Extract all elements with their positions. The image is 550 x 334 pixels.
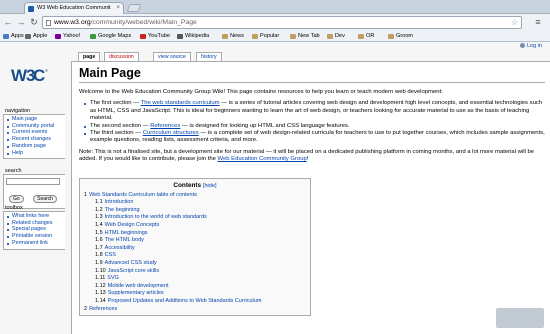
bookmark-news[interactable]: News	[222, 31, 244, 42]
toc-item[interactable]: 1.13 Supplementary articles	[84, 290, 306, 298]
bookmark-star-icon[interactable]: ☆	[511, 17, 518, 28]
tab-title: W3 Web Education Communit	[37, 5, 111, 11]
search-button[interactable]: Search	[33, 195, 57, 203]
reload-icon[interactable]: ↻	[29, 17, 39, 27]
login-link[interactable]: Log in	[527, 43, 542, 49]
toolbox-item-printable-version[interactable]: Printable version	[7, 233, 62, 240]
toolbox-portlet: toolbox What links here Related changes Sp…	[3, 205, 65, 250]
toc-item[interactable]: 2 References	[84, 306, 306, 314]
sidebar-item-community-portal[interactable]: Community portal	[7, 123, 62, 130]
url-path: /community/webed/wiki/Main_Page	[90, 19, 197, 26]
bookmark-apps[interactable]: Apps	[3, 31, 24, 42]
bookmark-icon	[140, 34, 146, 39]
toc-item[interactable]: 1.8 CSS	[84, 252, 306, 260]
back-arrow-icon[interactable]: ←	[3, 17, 13, 27]
toolbox-item-permanent-link[interactable]: Permanent link	[7, 240, 62, 247]
toc-item[interactable]: 1.1 Introduction	[84, 199, 306, 207]
toc-item[interactable]: 1.12 Mobile web development	[84, 283, 306, 291]
toc-hide-toggle[interactable]: [hide]	[203, 183, 217, 189]
section-link[interactable]: The web standards curriculum	[141, 100, 220, 106]
bookmark-google-maps[interactable]: Google Maps	[90, 31, 131, 42]
new-tab-button[interactable]	[126, 4, 142, 12]
go-button[interactable]: Go	[9, 195, 24, 203]
toc-title: Contents [hide]	[173, 181, 217, 189]
section-link[interactable]: References	[150, 123, 180, 129]
bookmark-or[interactable]: OR	[358, 31, 374, 42]
note-text: Note: This is not a finalised site, but …	[79, 148, 535, 163]
navigation-portlet: navigation Main page Community portal Curr…	[3, 108, 65, 160]
toc-item[interactable]: 1.6 The HTML body	[84, 237, 306, 245]
user-icon	[520, 43, 525, 48]
watermark-logo	[496, 308, 544, 328]
bookmark-icon	[388, 34, 394, 39]
bookmark-popular[interactable]: Popular	[252, 31, 279, 42]
sidebar-item-recent-changes[interactable]: Recent changes	[7, 136, 62, 143]
bookmark-yahoo[interactable]: Yahoo!	[55, 31, 80, 42]
tab-view-source[interactable]: view source	[153, 52, 191, 61]
wiki-page: Log in W3 C ® page discussion view source his…	[0, 42, 550, 334]
page-icon	[46, 20, 51, 26]
toc-item[interactable]: 1.10 JavaScript core skills	[84, 268, 306, 276]
address-bar[interactable]: www.w3.org/community/webed/wiki/Main_Pag…	[42, 16, 522, 29]
toc-item[interactable]: 1.11 SVG	[84, 275, 306, 283]
sidebar-item-help[interactable]: Help	[7, 150, 62, 157]
url-host: www.w3.org	[54, 19, 91, 26]
bookmark-icon	[177, 34, 183, 39]
toc-item[interactable]: 1.7 Accessibility	[84, 245, 306, 253]
search-input[interactable]	[6, 178, 60, 185]
sidebar-item-random-page[interactable]: Random page	[7, 143, 62, 150]
section-link[interactable]: Curriculum structures	[143, 130, 199, 136]
bookmark-icon	[290, 34, 296, 39]
community-group-link[interactable]: Web Education Community Group	[218, 156, 307, 162]
sidebar-item-main-page[interactable]: Main page	[7, 116, 62, 123]
bookmark-icon	[55, 34, 61, 39]
toc-item[interactable]: 1.14 Proposed Updates and Additions to We…	[84, 298, 306, 306]
bookmarks-bar: Apps Apple Yahoo! Google Maps YouTube Wikiped…	[0, 31, 550, 42]
toolbox-item-special-pages[interactable]: Special pages	[7, 226, 62, 233]
browser-tab[interactable]: W3 Web Education Communit ×	[24, 2, 124, 14]
toc-item[interactable]: 1.3 Introduction to the world of web stan…	[84, 214, 306, 222]
w3c-favicon-icon	[28, 6, 34, 12]
tab-history[interactable]: history	[196, 52, 222, 61]
section-item: The first section — The web standards cu…	[84, 100, 545, 122]
forward-arrow-icon[interactable]: →	[16, 17, 26, 27]
bookmark-apple[interactable]: Apple	[25, 31, 47, 42]
section-list: The first section — The web standards cu…	[84, 100, 545, 144]
bookmark-icon	[3, 34, 9, 39]
table-of-contents: Contents [hide] 1 Web Standards Curriculu…	[79, 177, 311, 317]
bookmark-icon	[358, 34, 364, 39]
bookmark-dev[interactable]: Dev	[327, 31, 345, 42]
toolbox-item-what-links-here[interactable]: What links here	[7, 213, 62, 220]
content-area: Main Page Welcome to the Web Education C…	[71, 61, 550, 334]
bookmark-icon	[222, 34, 228, 39]
bookmark-youtube[interactable]: YouTube	[140, 31, 170, 42]
bookmark-icon	[327, 34, 333, 39]
tab-discussion[interactable]: discussion	[104, 52, 139, 61]
toc-item[interactable]: 1 Web Standards Curriculum table of conte…	[84, 192, 306, 200]
toc-item[interactable]: 1.9 Advanced CSS study	[84, 260, 306, 268]
bookmark-groom[interactable]: Groom	[388, 31, 413, 42]
section-item: The third section — Curriculum structure…	[84, 130, 545, 145]
toolbox-item-related-changes[interactable]: Related changes	[7, 220, 62, 227]
tab-strip: W3 Web Education Communit ×	[0, 0, 550, 14]
personal-tools[interactable]: Log in	[520, 43, 542, 49]
toc-item[interactable]: 1.2 The beginning	[84, 207, 306, 215]
browser-toolbar: ← → ↻ www.w3.org/community/webed/wiki/Ma…	[0, 14, 550, 31]
sidebar-item-current-events[interactable]: Current events	[7, 129, 62, 136]
bookmark-wikipedia[interactable]: Wikipedia	[177, 31, 209, 42]
bookmark-new-tab[interactable]: New Tab	[290, 31, 320, 42]
toc-item[interactable]: 1.5 HTML beginnings	[84, 230, 306, 238]
bookmark-icon	[252, 34, 258, 39]
bookmark-icon	[90, 34, 96, 39]
toc-item[interactable]: 1.4 Web Design Concepts	[84, 222, 306, 230]
search-portlet: search Go Search	[3, 168, 65, 209]
close-icon[interactable]: ×	[116, 3, 120, 14]
bookmark-icon	[25, 34, 31, 39]
wrench-menu-icon[interactable]: ≡	[532, 17, 544, 27]
page-title: Main Page	[79, 66, 545, 83]
section-item: The second section — References — is des…	[84, 123, 545, 130]
intro-text: Welcome to the Web Education Community G…	[79, 89, 443, 95]
w3c-logo[interactable]: W3 C ®	[11, 66, 48, 88]
